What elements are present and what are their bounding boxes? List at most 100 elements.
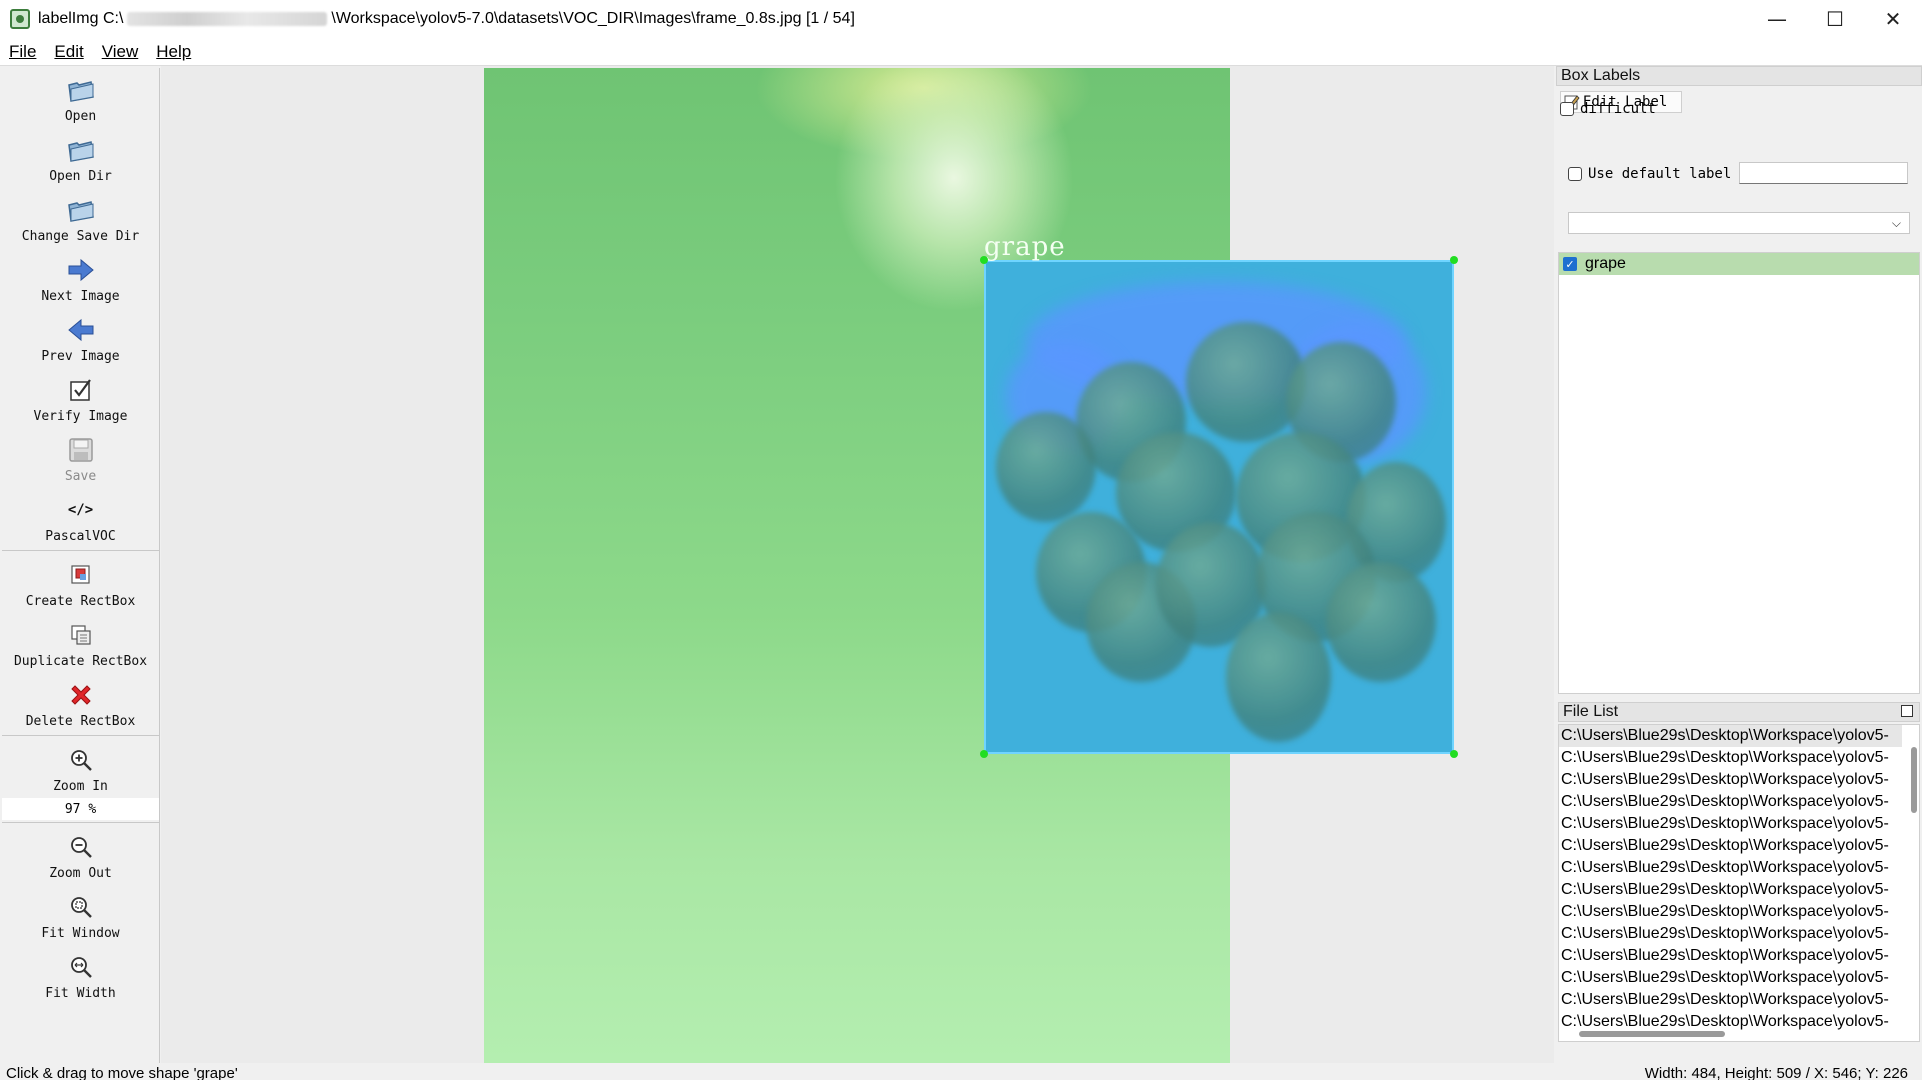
difficult-label: difficult (1580, 101, 1656, 117)
verify-image-label: Verify Image (33, 409, 128, 424)
bbox-label-text: grape (984, 232, 1066, 262)
zoom-in-label: Zoom In (53, 779, 108, 794)
grape-berry (1326, 562, 1436, 682)
file-list-item[interactable]: C:\Users\Blue29s\Desktop\Workspace\yolov… (1559, 923, 1902, 945)
status-bar: Click & drag to move shape 'grape' Width… (0, 1063, 1922, 1080)
title-path-prefix: C:\ (102, 10, 124, 27)
file-list-item[interactable]: C:\Users\Blue29s\Desktop\Workspace\yolov… (1559, 989, 1902, 1011)
change-save-dir-label: Change Save Dir (21, 229, 140, 244)
fit-width-label: Fit Width (45, 986, 116, 1001)
create-rectbox-label: Create RectBox (25, 594, 136, 609)
menu-help-label: Help (156, 41, 192, 61)
verify-image-button[interactable]: Verify Image (2, 368, 159, 428)
status-message: Click & drag to move shape 'grape' (6, 1065, 238, 1080)
format-toggle-button[interactable]: </> PascalVOC (2, 488, 159, 548)
zoom-out-button[interactable]: Zoom Out (2, 825, 159, 885)
vertical-scrollbar[interactable] (1911, 747, 1917, 813)
create-rect-icon (66, 560, 96, 590)
file-list-item[interactable]: C:\Users\Blue29s\Desktop\Workspace\yolov… (1559, 945, 1902, 967)
file-list-title: File List (1558, 702, 1920, 722)
use-default-label-text: Use default label (1588, 166, 1732, 182)
format-label: PascalVOC (45, 529, 116, 544)
file-list-item[interactable]: C:\Users\Blue29s\Desktop\Workspace\yolov… (1559, 769, 1902, 791)
minimize-button[interactable]: — (1748, 0, 1806, 38)
file-list-item[interactable]: C:\Users\Blue29s\Desktop\Workspace\yolov… (1559, 901, 1902, 923)
window-title: labelImg C:\ \Workspace\yolov5-7.0\datase… (38, 10, 855, 28)
close-button[interactable]: ✕ (1864, 0, 1922, 38)
file-list-item[interactable]: C:\Users\Blue29s\Desktop\Workspace\yolov… (1559, 747, 1902, 769)
bbox-corner-handle[interactable] (1450, 750, 1458, 758)
next-image-button[interactable]: Next Image (2, 248, 159, 308)
delete-x-icon (66, 680, 96, 710)
file-list-item[interactable]: C:\Users\Blue29s\Desktop\Workspace\yolov… (1559, 1011, 1902, 1033)
label-list-item[interactable]: ✓ grape (1559, 253, 1919, 275)
label-combo-box[interactable]: ⌵ (1568, 212, 1910, 234)
fit-window-label: Fit Window (41, 926, 120, 941)
file-list-item[interactable]: C:\Users\Blue29s\Desktop\Workspace\yolov… (1559, 967, 1902, 989)
zoom-in-icon (66, 745, 96, 775)
fit-width-icon (66, 952, 96, 982)
save-label: Save (64, 469, 97, 484)
app-name: labelImg (38, 10, 99, 27)
zoom-level-spinbox[interactable]: 97 % (2, 798, 159, 820)
bbox-corner-handle[interactable] (1450, 256, 1458, 264)
use-default-label-checkbox[interactable] (1568, 167, 1582, 181)
label-item-text: grape (1585, 255, 1626, 272)
float-dock-icon[interactable] (1901, 705, 1913, 717)
difficult-checkbox-row[interactable]: difficult (1560, 101, 1656, 117)
toolbar-divider (2, 550, 159, 551)
change-save-dir-button[interactable]: Change Save Dir (2, 188, 159, 248)
duplicate-rectbox-button[interactable]: Duplicate RectBox (2, 613, 159, 673)
file-list-item[interactable]: C:\Users\Blue29s\Desktop\Workspace\yolov… (1559, 725, 1902, 747)
save-button[interactable]: Save (2, 428, 159, 488)
grape-berry (1226, 612, 1331, 742)
code-icon: </> (67, 502, 94, 518)
toolbar-divider (2, 822, 159, 823)
bbox-corner-handle[interactable] (980, 750, 988, 758)
delete-rectbox-label: Delete RectBox (25, 714, 136, 729)
file-list-item[interactable]: C:\Users\Blue29s\Desktop\Workspace\yolov… (1559, 813, 1902, 835)
arrow-left-icon (66, 315, 96, 345)
menu-bar: File Edit View Help (0, 38, 1922, 66)
menu-view[interactable]: View (93, 42, 148, 62)
arrow-right-icon (66, 255, 96, 285)
file-list-item[interactable]: C:\Users\Blue29s\Desktop\Workspace\yolov… (1559, 835, 1902, 857)
folder-icon (66, 135, 96, 165)
file-list: C:\Users\Blue29s\Desktop\Workspace\yolov… (1558, 724, 1920, 1042)
folder-icon (66, 195, 96, 225)
menu-edit[interactable]: Edit (45, 42, 92, 62)
open-dir-label: Open Dir (49, 169, 112, 184)
horizontal-scrollbar[interactable] (1579, 1031, 1725, 1037)
prev-image-label: Prev Image (41, 349, 120, 364)
bounding-box-grape[interactable] (984, 260, 1454, 754)
fit-width-button[interactable]: Fit Width (2, 945, 159, 1005)
open-button[interactable]: Open (2, 68, 159, 128)
redacted-path-blur (127, 12, 328, 26)
prev-image-button[interactable]: Prev Image (2, 308, 159, 368)
file-list-item[interactable]: C:\Users\Blue29s\Desktop\Workspace\yolov… (1559, 857, 1902, 879)
file-list-item[interactable]: C:\Users\Blue29s\Desktop\Workspace\yolov… (1559, 791, 1902, 813)
create-rectbox-button[interactable]: Create RectBox (2, 553, 159, 613)
right-dock-panel: Box Labels Edit Label difficult Use defa… (1556, 66, 1922, 1063)
menu-help[interactable]: Help (147, 42, 200, 62)
menu-edit-label: Edit (54, 41, 84, 61)
default-label-input[interactable] (1739, 162, 1908, 184)
file-list-item[interactable]: C:\Users\Blue29s\Desktop\Workspace\yolov… (1559, 879, 1902, 901)
title-path-suffix: \Workspace\yolov5-7.0\datasets\VOC_DIR\I… (331, 10, 855, 27)
label-visible-checkbox[interactable]: ✓ (1563, 257, 1577, 271)
copy-icon (66, 620, 96, 650)
file-list-title-text: File List (1563, 703, 1619, 720)
use-default-label-row[interactable]: Use default label (1568, 166, 1731, 182)
delete-rectbox-button[interactable]: Delete RectBox (2, 673, 159, 733)
save-icon (66, 435, 96, 465)
annotation-canvas[interactable]: grape (161, 66, 1554, 1063)
toolbar-divider (2, 735, 159, 736)
fit-window-button[interactable]: Fit Window (2, 885, 159, 945)
difficult-checkbox[interactable] (1560, 102, 1574, 116)
zoom-in-button[interactable]: Zoom In (2, 738, 159, 798)
open-dir-button[interactable]: Open Dir (2, 128, 159, 188)
maximize-button[interactable]: ☐ (1806, 0, 1864, 38)
title-bar: labelImg C:\ \Workspace\yolov5-7.0\datase… (0, 0, 1922, 38)
bbox-corner-handle[interactable] (980, 256, 988, 264)
menu-file[interactable]: File (0, 42, 45, 62)
